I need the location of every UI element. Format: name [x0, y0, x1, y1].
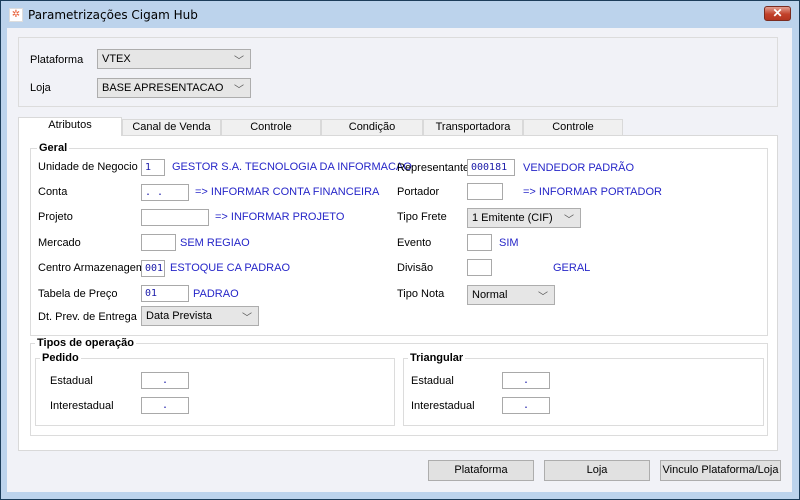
triangular-interestadual-input[interactable]: . [502, 397, 550, 414]
pedido-title: Pedido [40, 352, 81, 364]
projeto-label: Projeto [38, 211, 73, 223]
representante-input[interactable]: 000181 [467, 159, 515, 176]
plataforma-button[interactable]: Plataforma [428, 460, 534, 481]
centro-desc: ESTOQUE CA PADRAO [170, 262, 291, 274]
plataforma-select[interactable]: VTEX ﹀ [97, 49, 251, 69]
pedido-group: Pedido [35, 352, 395, 426]
tiponota-value: Normal [472, 289, 508, 301]
pedido-interestadual-label: Interestadual [50, 400, 114, 412]
representante-label: Representante [397, 162, 470, 174]
tab-controle-exportacao[interactable]: Controle Exportação [523, 119, 623, 148]
tabela-input[interactable]: 01 [141, 285, 189, 302]
geral-title: Geral [37, 142, 70, 154]
cigam-logo-icon: ✲ [9, 8, 23, 22]
mercado-label: Mercado [38, 237, 81, 249]
representante-desc: VENDEDOR PADRÃO [523, 162, 635, 174]
dtprev-value: Data Prevista [146, 310, 213, 322]
tab-canal-de-venda[interactable]: Canal de Venda [122, 119, 221, 136]
chevron-down-icon: ﹀ [234, 85, 244, 96]
tipofrete-value: 1 Emitente (CIF) [472, 212, 553, 224]
tab-transportadora[interactable]: Transportadora [423, 119, 523, 136]
dtprev-label: Dt. Prev. de Entrega [38, 311, 137, 323]
tiponota-label: Tipo Nota [397, 288, 445, 300]
triangular-interestadual-label: Interestadual [411, 400, 475, 412]
plataforma-label: Plataforma [30, 54, 84, 66]
tab-controle[interactable]: Controle [221, 119, 321, 136]
mercado-desc: SEM REGIAO [180, 237, 250, 249]
triangular-estadual-label: Estadual [411, 375, 454, 387]
portador-label: Portador [397, 186, 440, 198]
centro-label: Centro Armazenagem [38, 262, 145, 274]
pedido-estadual-input[interactable]: . [141, 372, 189, 389]
mercado-input[interactable] [141, 234, 176, 251]
triangular-estadual-input[interactable]: . [502, 372, 550, 389]
triangular-title: Triangular [408, 352, 466, 364]
conta-desc: => INFORMAR CONTA FINANCEIRA [195, 186, 380, 198]
chevron-down-icon: ﹀ [564, 215, 574, 226]
portador-desc: => INFORMAR PORTADOR [523, 186, 662, 198]
evento-input[interactable] [467, 234, 492, 251]
triangular-group: Triangular [403, 352, 764, 426]
chevron-down-icon: ﹀ [234, 56, 244, 67]
projeto-desc: => INFORMAR PROJETO [215, 211, 345, 223]
pedido-estadual-label: Estadual [50, 375, 93, 387]
portador-input[interactable] [467, 183, 503, 200]
divisao-desc: GERAL [553, 262, 591, 274]
divisao-label: Divisão [397, 262, 434, 274]
loja-button[interactable]: Loja [544, 460, 650, 481]
chevron-down-icon: ﹀ [538, 292, 548, 303]
tipos-title: Tipos de operação [35, 337, 136, 349]
divisao-input[interactable] [467, 259, 492, 276]
title-bar: ✲ Parametrizações Cigam Hub ✕ [1, 1, 799, 29]
projeto-input[interactable] [141, 209, 209, 226]
evento-label: Evento [397, 237, 432, 249]
close-button[interactable]: ✕ [764, 6, 791, 21]
tipofrete-select[interactable]: 1 Emitente (CIF) ﹀ [467, 208, 581, 228]
conta-label: Conta [38, 186, 68, 198]
plataforma-value: VTEX [102, 53, 131, 65]
tabela-desc: PADRAO [193, 288, 239, 300]
close-icon: ✕ [772, 6, 783, 20]
dtprev-select[interactable]: Data Prevista ﹀ [141, 306, 259, 326]
chevron-down-icon: ﹀ [242, 313, 252, 324]
centro-input[interactable]: 001 [141, 260, 165, 277]
unidade-desc: GESTOR S.A. TECNOLOGIA DA INFORMACAO [172, 161, 412, 173]
unidade-label: Unidade de Negocio [38, 161, 138, 173]
tab-atributos[interactable]: Atributos [18, 117, 122, 136]
loja-value: BASE APRESENTACAO [102, 82, 224, 94]
tabela-label: Tabela de Preço [38, 288, 118, 300]
unidade-input[interactable]: 1 [141, 159, 165, 176]
conta-input[interactable]: . . [141, 184, 189, 201]
tiponota-select[interactable]: Normal ﹀ [467, 285, 555, 305]
window-title: Parametrizações Cigam Hub [28, 8, 198, 22]
loja-label: Loja [30, 82, 51, 94]
tab-condicao-pagamento[interactable]: Condição Pagamento [321, 119, 423, 148]
tipofrete-label: Tipo Frete [397, 211, 447, 223]
vinculo-plataforma-loja-button[interactable]: Vinculo Plataforma/Loja [660, 460, 781, 481]
loja-select[interactable]: BASE APRESENTACAO ﹀ [97, 78, 251, 98]
evento-desc: SIM [499, 237, 519, 249]
pedido-interestadual-input[interactable]: . [141, 397, 189, 414]
